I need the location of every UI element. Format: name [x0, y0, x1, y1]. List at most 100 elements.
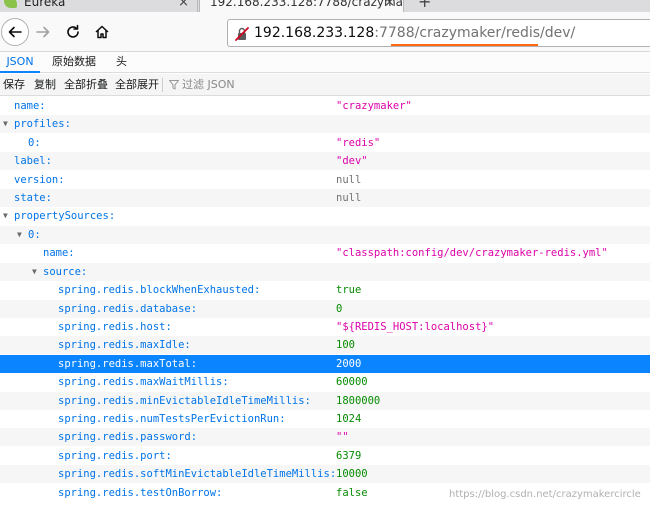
expand-all-button[interactable]: 全部展开	[115, 77, 159, 93]
json-key: spring.redis.maxIdle:	[58, 339, 191, 351]
json-row-label[interactable]: label: "dev"	[0, 152, 650, 170]
json-value: "${REDIS_HOST:localhost}"	[336, 321, 495, 333]
url-text: 192.168.233.128:7788/crazymaker/redis/de…	[254, 25, 575, 41]
json-key: 0:	[28, 229, 41, 241]
json-key: spring.redis.maxTotal:	[58, 358, 198, 370]
json-key: spring.redis.minEvictableIdleTimeMillis:	[58, 395, 311, 407]
json-key: label:	[14, 155, 52, 167]
copy-button[interactable]: 复制	[34, 77, 56, 93]
json-value: 2000	[336, 358, 362, 370]
new-tab-button[interactable]: +	[418, 0, 431, 10]
url-path: :7788/crazymaker/redis/dev/	[374, 25, 576, 41]
json-key: spring.redis.database:	[58, 303, 198, 315]
json-row-maxWaitMillis[interactable]: spring.redis.maxWaitMillis: 60000	[0, 373, 650, 391]
home-button[interactable]	[90, 20, 114, 44]
json-key: state:	[14, 192, 52, 204]
json-value: true	[336, 284, 362, 296]
json-row-version[interactable]: version: null	[0, 171, 650, 189]
url-highlight-underline	[391, 44, 538, 46]
collapse-all-button[interactable]: 全部折叠	[64, 77, 108, 93]
navigation-toolbar: 192.168.233.128:7788/crazymaker/redis/de…	[0, 12, 650, 52]
json-row-state[interactable]: state: null	[0, 189, 650, 207]
json-value: null	[336, 174, 362, 186]
json-value: 100	[336, 339, 355, 351]
json-value: 0	[336, 303, 343, 315]
json-row-name[interactable]: name: "crazymaker"	[0, 97, 650, 115]
json-value: false	[336, 487, 368, 499]
json-key: source:	[43, 266, 88, 278]
json-value: 10000	[336, 468, 368, 480]
json-value: ""	[336, 431, 349, 443]
json-row-minEvictableIdleTimeMillis[interactable]: spring.redis.minEvictableIdleTimeMillis:…	[0, 392, 650, 410]
toolbar-divider	[162, 78, 163, 92]
watermark-text: https://blog.csdn.net/crazymakercircle	[449, 489, 641, 500]
json-value: 6379	[336, 450, 362, 462]
filter-json-input[interactable]: 过滤 JSON	[169, 77, 235, 93]
json-row-softMinEvictableIdleTimeMillis[interactable]: spring.redis.softMinEvictableIdleTimeMil…	[0, 465, 650, 483]
expanded-triangle-icon[interactable]: ▼	[32, 263, 42, 281]
browser-tab-active[interactable]: 192.168.233.128:7788/crazymak ×	[199, 0, 404, 12]
browser-tab-eureka[interactable]: Eureka ×	[0, 0, 198, 12]
tab-title: Eureka	[24, 0, 66, 9]
json-row-host[interactable]: spring.redis.host: "${REDIS_HOST:localho…	[0, 318, 650, 336]
json-key: spring.redis.testOnBorrow:	[58, 487, 223, 499]
json-key: spring.redis.maxWaitMillis:	[58, 376, 229, 388]
tab-title: 192.168.233.128:7788/crazymak	[210, 0, 404, 9]
json-key: 0:	[28, 137, 41, 149]
home-icon	[95, 25, 109, 39]
json-value: null	[336, 192, 362, 204]
address-bar[interactable]: 192.168.233.128:7788/crazymaker/redis/de…	[227, 19, 650, 47]
filter-placeholder: 过滤 JSON	[182, 78, 235, 91]
save-button[interactable]: 保存	[3, 77, 25, 93]
tab-json[interactable]: JSON	[0, 52, 40, 73]
forward-arrow-icon	[36, 26, 50, 38]
json-value: "redis"	[336, 137, 381, 149]
tab-raw-data[interactable]: 原始数据	[52, 52, 96, 73]
json-value: 1024	[336, 413, 362, 425]
json-row-database[interactable]: spring.redis.database: 0	[0, 300, 650, 318]
json-row-source-name[interactable]: name: "classpath:config/dev/crazymaker-r…	[0, 244, 650, 262]
json-key: name:	[43, 247, 75, 259]
json-key: profiles:	[14, 118, 71, 130]
json-key: spring.redis.password:	[58, 431, 198, 443]
json-value: "dev"	[336, 155, 368, 167]
json-row-source[interactable]: ▼ source:	[0, 263, 650, 281]
json-row-password[interactable]: spring.redis.password: ""	[0, 428, 650, 446]
json-row-propertySources-0[interactable]: ▼ 0:	[0, 226, 650, 244]
browser-tab-strip: Eureka × 192.168.233.128:7788/crazymak ×…	[0, 0, 650, 12]
json-key: name:	[14, 100, 46, 112]
back-button[interactable]	[1, 18, 29, 46]
forward-button[interactable]	[31, 20, 55, 44]
json-key: propertySources:	[14, 210, 116, 222]
json-key: spring.redis.port:	[58, 450, 172, 462]
json-value: "classpath:config/dev/crazymaker-redis.y…	[336, 247, 608, 259]
json-row-propertySources[interactable]: ▼ propertySources:	[0, 207, 650, 225]
json-row-profiles[interactable]: ▼ profiles:	[0, 115, 650, 133]
json-key: spring.redis.softMinEvictableIdleTimeMil…	[58, 468, 337, 480]
json-value: "crazymaker"	[336, 100, 412, 112]
back-arrow-icon	[8, 26, 22, 38]
expanded-triangle-icon[interactable]: ▼	[3, 207, 13, 225]
json-row-blockWhenExhausted[interactable]: spring.redis.blockWhenExhausted: true	[0, 281, 650, 299]
json-row-numTestsPerEvictionRun[interactable]: spring.redis.numTestsPerEvictionRun: 102…	[0, 410, 650, 428]
expanded-triangle-icon[interactable]: ▼	[3, 115, 13, 133]
json-row-port[interactable]: spring.redis.port: 6379	[0, 447, 650, 465]
reload-button[interactable]	[61, 20, 85, 44]
expanded-triangle-icon[interactable]: ▼	[17, 226, 27, 244]
json-key: spring.redis.blockWhenExhausted:	[58, 284, 261, 296]
tab-close-icon[interactable]: ×	[178, 0, 189, 12]
json-key: spring.redis.numTestsPerEvictionRun:	[58, 413, 286, 425]
json-key: spring.redis.host:	[58, 321, 172, 333]
json-toolbar: 保存 复制 全部折叠 全部展开 过滤 JSON	[0, 74, 650, 96]
json-tree: name: "crazymaker" ▼ profiles: 0: "redis…	[0, 97, 650, 509]
reload-icon	[67, 24, 79, 38]
insecure-connection-icon[interactable]	[234, 26, 250, 42]
json-row-maxIdle[interactable]: spring.redis.maxIdle: 100	[0, 336, 650, 354]
tab-close-icon[interactable]: ×	[384, 0, 395, 12]
json-viewer-tabs: JSON 原始数据 头	[0, 52, 650, 73]
url-host: 192.168.233.128	[254, 25, 375, 41]
tab-headers[interactable]: 头	[116, 52, 127, 73]
filter-icon	[169, 80, 179, 90]
json-row-profiles-0[interactable]: 0: "redis"	[0, 134, 650, 152]
json-row-maxTotal-selected[interactable]: spring.redis.maxTotal: 2000	[0, 355, 650, 373]
